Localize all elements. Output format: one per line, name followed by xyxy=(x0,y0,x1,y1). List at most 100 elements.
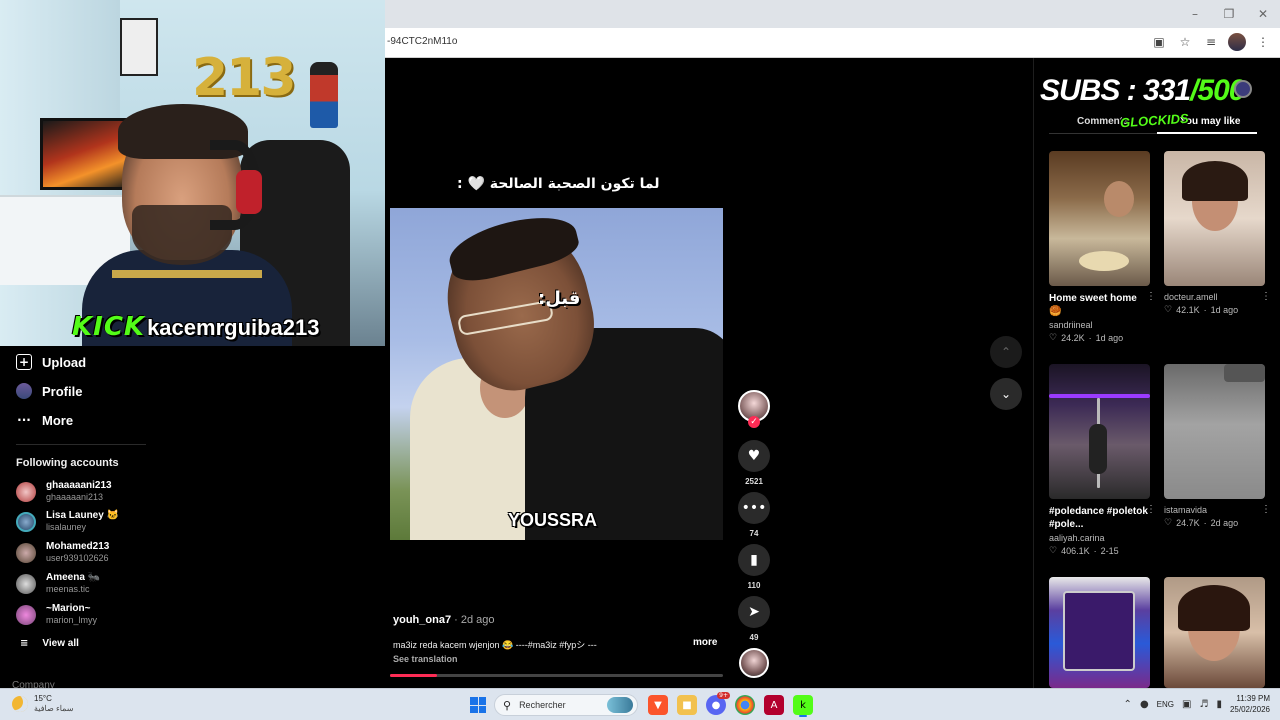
video-thumbnail[interactable] xyxy=(1049,364,1150,499)
recommended-video-card[interactable]: ⋮ istamavida ♡ 24.7K · 2d ago xyxy=(1164,364,1271,528)
clock-date: 25/02/2026 xyxy=(1229,705,1270,714)
heart-outline-icon: ♡ xyxy=(1164,518,1173,528)
recommended-video-card[interactable] xyxy=(1049,577,1150,688)
account-username: user939102626 xyxy=(46,553,109,563)
screen: – ❐ ✕ -94CTC2nM11o ▣ ☆ ≡ ⋮ 213 KICK kace… xyxy=(0,0,1280,720)
video-thumbnail[interactable] xyxy=(1164,151,1265,286)
view-all-button[interactable]: ≡ View all xyxy=(20,638,79,649)
battery-icon[interactable]: ▮ xyxy=(1216,699,1222,710)
video-overlay-before-label: قبل: xyxy=(538,288,581,309)
account-username: ghaaaaani213 xyxy=(46,492,104,502)
chevron-down-icon: ⌄ xyxy=(1000,387,1012,401)
close-icon[interactable]: ✕ xyxy=(1246,0,1280,28)
video-overlay-name-label: YOUSSRA xyxy=(508,510,598,530)
music-disc-avatar[interactable] xyxy=(739,648,769,678)
sidebar-item-profile[interactable]: Profile xyxy=(16,383,82,399)
like-button[interactable]: ♥ xyxy=(738,440,770,472)
comment-button[interactable]: ••• xyxy=(738,492,770,524)
video-progress-bar[interactable] xyxy=(390,674,723,677)
account-name: ~Marion~ xyxy=(46,603,91,614)
card-menu-icon[interactable]: ⋮ xyxy=(1146,291,1156,302)
kick-app-icon[interactable]: k xyxy=(793,695,813,715)
post-author[interactable]: youh_ona7 · 2d ago xyxy=(393,614,495,626)
recommended-video-card[interactable]: ⋮ docteur.amell ♡ 42.1K · 1d ago xyxy=(1164,151,1271,315)
weather-widget[interactable]: 15°C سماء صافية xyxy=(12,694,74,714)
previous-video-button[interactable]: ⌃ xyxy=(990,336,1022,368)
card-menu-icon[interactable]: ⋮ xyxy=(1146,504,1156,515)
card-username[interactable]: istamavida xyxy=(1164,505,1265,515)
volume-icon[interactable]: ♬ xyxy=(1199,699,1208,710)
clock[interactable]: 11:39 PM 25/02/2026 xyxy=(1230,693,1270,715)
install-app-icon[interactable]: ▣ xyxy=(1150,33,1168,51)
brave-browser-icon[interactable]: ▼ xyxy=(648,695,668,715)
discord-badge: 9+ xyxy=(717,692,730,699)
card-username[interactable]: sandriineal xyxy=(1049,320,1150,330)
recommended-video-card[interactable]: Home sweet home 🥮 ⋮ sandriineal ♡ 24.2K · 1… xyxy=(1049,151,1156,343)
view-all-label: View all xyxy=(42,638,79,649)
follow-check-icon[interactable]: ✓ xyxy=(748,416,760,428)
following-account[interactable]: ghaaaaani213 ghaaaaani213 xyxy=(16,480,112,503)
recommended-video-card[interactable] xyxy=(1164,577,1265,688)
next-video-button[interactable]: ⌄ xyxy=(990,378,1022,410)
url-text[interactable]: -94CTC2nM11o xyxy=(387,36,457,47)
search-placeholder: Rechercher xyxy=(519,700,566,710)
chevron-up-icon[interactable]: ⌃ xyxy=(1124,699,1132,710)
profile-avatar[interactable] xyxy=(1228,33,1246,51)
discord-icon[interactable]: ● 9+ xyxy=(706,692,730,715)
video-progress-fill xyxy=(390,674,437,677)
following-account[interactable]: ~Marion~ marion_lmyy xyxy=(16,603,97,626)
see-translation-link[interactable]: See translation xyxy=(393,654,458,664)
more-icon: ··· xyxy=(17,413,31,427)
sidebar-item-upload[interactable]: + Upload xyxy=(16,354,86,370)
sidebar-item-label: Profile xyxy=(42,383,83,399)
card-menu-icon[interactable]: ⋮ xyxy=(1261,291,1271,302)
sidebar-item-label: More xyxy=(42,412,74,428)
file-explorer-icon[interactable]: ■ xyxy=(677,695,697,715)
video-thumbnail[interactable] xyxy=(1049,577,1150,688)
video-thumbnail[interactable] xyxy=(1049,151,1150,286)
chrome-icon[interactable] xyxy=(735,695,755,715)
address-bar[interactable]: -94CTC2nM11o ▣ ☆ ≡ ⋮ xyxy=(385,28,1280,58)
video-thumbnail[interactable] xyxy=(1164,577,1265,688)
kick-logo: KICK xyxy=(72,312,146,342)
following-account[interactable]: Lisa Launey 🐱 lisalauney xyxy=(16,510,119,533)
like-count: 2521 xyxy=(745,477,763,486)
taskbar-search[interactable]: ⚲ Rechercher xyxy=(494,694,638,716)
card-username[interactable]: aaliyah.carina xyxy=(1049,533,1150,543)
network-icon[interactable]: ▣ xyxy=(1182,699,1191,710)
streamer xyxy=(82,104,292,346)
video-thumbnail[interactable] xyxy=(1164,364,1265,499)
thumbnail-car xyxy=(1224,364,1265,382)
bookmark-star-icon[interactable]: ☆ xyxy=(1176,33,1194,51)
acrobat-icon[interactable]: A xyxy=(764,695,784,715)
webcam-poster xyxy=(120,18,158,76)
minimize-icon[interactable]: – xyxy=(1178,0,1212,28)
account-name: ghaaaaani213 xyxy=(46,480,112,491)
restore-icon[interactable]: ❐ xyxy=(1212,0,1246,28)
save-button[interactable]: ▮ xyxy=(738,544,770,576)
windows-start-icon[interactable] xyxy=(470,697,486,713)
kebab-menu-icon[interactable]: ⋮ xyxy=(1254,33,1272,51)
left-sidebar: + Upload Profile ··· More Following acco… xyxy=(0,346,385,691)
microphone-icon[interactable]: ● xyxy=(1140,699,1149,710)
following-account[interactable]: Mohamed213 user939102626 xyxy=(16,541,109,564)
recommended-video-card[interactable]: #poledance #poletok #pole... ⋮ aaliyah.c… xyxy=(1049,364,1156,556)
following-account[interactable]: Ameena 🐜 meenas.tic xyxy=(16,572,100,595)
sidebar-item-label: Upload xyxy=(42,354,87,370)
card-dot: · xyxy=(1093,546,1097,556)
language-indicator[interactable]: ENG xyxy=(1157,700,1174,709)
share-button[interactable]: ➤ xyxy=(738,596,770,628)
webcam-figurine xyxy=(310,62,338,128)
more-button[interactable]: more xyxy=(693,637,717,648)
card-menu-icon[interactable]: ⋮ xyxy=(1261,504,1271,515)
card-username[interactable]: docteur.amell xyxy=(1164,292,1265,302)
video-player[interactable]: قبل: YOUSSRA xyxy=(390,208,723,540)
card-ago: 1d ago xyxy=(1095,333,1124,343)
post-author-name: youh_ona7 xyxy=(393,614,452,626)
account-username: lisalauney xyxy=(46,522,87,532)
reading-list-icon[interactable]: ≡ xyxy=(1202,33,1220,51)
sidebar-item-more[interactable]: ··· More xyxy=(16,412,73,428)
thumbnail-face xyxy=(1104,181,1134,217)
save-count: 110 xyxy=(747,581,761,590)
bookmark-icon: ▮ xyxy=(750,552,758,568)
